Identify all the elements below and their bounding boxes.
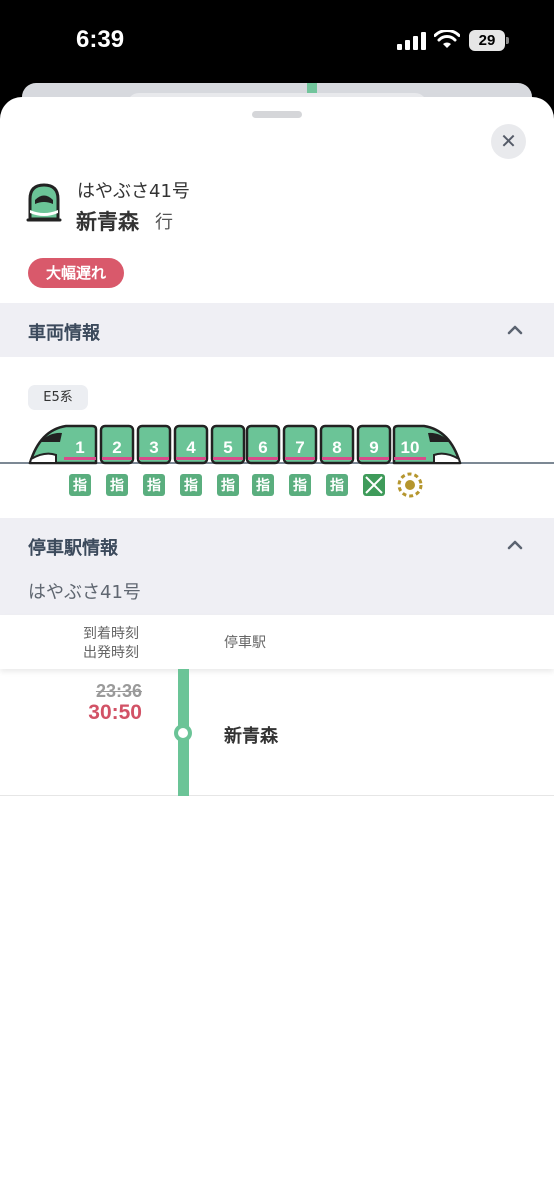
car-number-label: 1	[75, 438, 84, 457]
destination-suffix: 行	[155, 212, 173, 233]
car-number-label: 6	[258, 438, 267, 457]
vehicle-info-header[interactable]: 車両情報	[0, 303, 554, 357]
wifi-icon	[434, 30, 460, 48]
status-time: 6:39	[76, 26, 125, 53]
car-stripe	[394, 457, 426, 460]
car-stripe	[176, 457, 206, 460]
car-stripe	[213, 457, 243, 460]
arrival-time-label: 到着時刻	[83, 626, 139, 642]
actual-time: 30:50	[88, 701, 142, 724]
car-number-label: 8	[332, 438, 341, 457]
reserved-seat-label: 指	[330, 477, 344, 494]
chevron-up-icon	[507, 540, 523, 550]
close-button[interactable]: ✕	[491, 124, 526, 159]
car-number-label: 4	[186, 438, 196, 457]
reserved-seat-label: 指	[73, 477, 87, 494]
train-formation-diagram: 1 指 2 指 3 指 4 指 5 指 6 指 7 指 8 指 9 10	[0, 424, 554, 498]
gran-class-center	[405, 480, 415, 490]
reserved-seat-label: 指	[221, 477, 235, 494]
train-detail-sheet: ✕ はやぶさ41号 新青森 行 大幅遅れ 車両情報 E5系 1 指 2 指 3 指 4 指 5 指…	[0, 97, 554, 1200]
car-number-label: 9	[369, 438, 378, 457]
stops-info-title: 停車駅情報	[28, 538, 118, 559]
destination-station: 新青森	[76, 210, 139, 234]
reserved-seat-label: 指	[256, 477, 270, 494]
vehicle-info-title: 車両情報	[28, 323, 100, 344]
train-name: はやぶさ41号	[77, 181, 190, 202]
car-stripe	[102, 457, 132, 460]
battery-level: 29	[469, 30, 505, 51]
stop-row[interactable]: 23:36 30:50 新青森	[0, 669, 554, 796]
car-number-label: 2	[112, 438, 121, 457]
status-bar: 6:39 29	[0, 0, 554, 80]
battery-icon: 29	[469, 30, 509, 51]
car-number-label: 5	[223, 438, 232, 457]
chevron-up-icon	[507, 325, 523, 335]
sheet-grabber[interactable]	[252, 111, 302, 118]
reserved-seat-label: 指	[110, 477, 124, 494]
scheduled-time: 23:36	[95, 681, 142, 701]
car-stripe	[139, 457, 169, 460]
cellular-signal-icon	[397, 32, 426, 50]
station-column-header: 停車駅	[224, 635, 266, 651]
car-stripe	[359, 457, 389, 460]
shinkansen-icon	[26, 183, 62, 222]
reserved-seat-label: 指	[293, 477, 307, 494]
stops-train-name: はやぶさ41号	[28, 582, 141, 603]
station-name: 新青森	[224, 726, 278, 747]
car-stripe	[248, 457, 278, 460]
station-dot-icon	[174, 724, 192, 742]
car-stripe	[322, 457, 352, 460]
departure-time-label: 出発時刻	[83, 645, 139, 661]
stops-table-header: 到着時刻 出発時刻 停車駅	[0, 615, 554, 669]
series-badge: E5系	[28, 385, 88, 410]
reserved-seat-label: 指	[184, 477, 198, 494]
stops-info-header[interactable]: 停車駅情報	[0, 518, 554, 572]
delay-status-badge: 大幅遅れ	[28, 258, 124, 288]
time-column-header: 到着時刻 出発時刻	[60, 625, 162, 663]
car-number-label: 7	[295, 438, 304, 457]
car-stripe	[64, 457, 96, 460]
stops-train-name-bar: はやぶさ41号	[0, 567, 554, 615]
reserved-seat-label: 指	[147, 477, 161, 494]
car-number-label: 3	[149, 438, 158, 457]
car-number-label: 10	[401, 438, 420, 457]
car-stripe	[285, 457, 315, 460]
